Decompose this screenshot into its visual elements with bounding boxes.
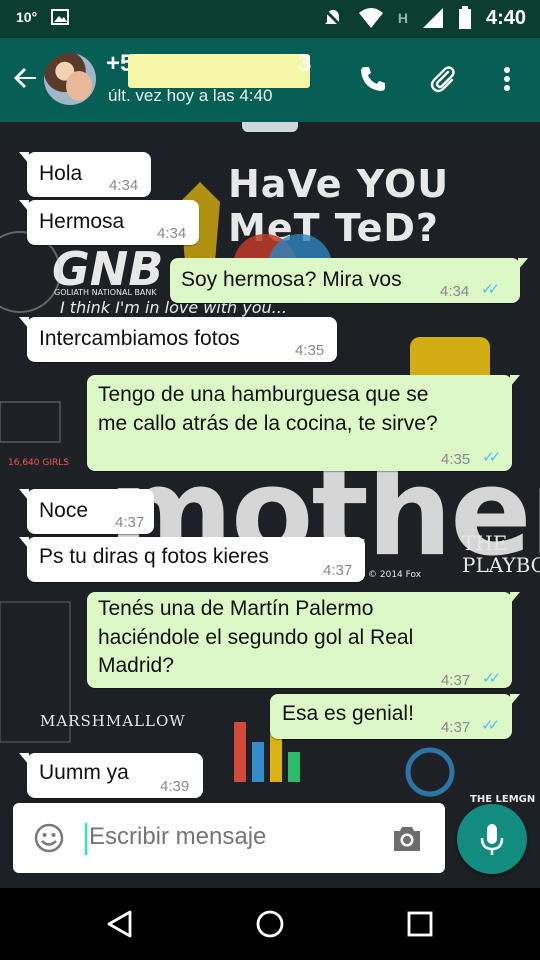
more-vert-icon[interactable] xyxy=(492,64,522,94)
temperature-label: 10° xyxy=(16,9,38,25)
message-time: 4:39 xyxy=(160,778,190,795)
notification-mute-icon xyxy=(322,7,343,29)
signal-icon xyxy=(422,8,443,28)
message-outgoing[interactable]: Soy hermosa? Mira vos 4:34 ✓✓ xyxy=(170,258,528,303)
nav-recents-icon[interactable] xyxy=(404,908,436,940)
status-bar: 10° H 4:40 xyxy=(0,0,540,38)
message-outgoing[interactable]: Esa es genial! 4:37 ✓✓ xyxy=(270,694,520,739)
mic-button[interactable] xyxy=(457,804,527,874)
message-time: 4:35 xyxy=(441,451,471,468)
read-receipt-icon: ✓✓ xyxy=(481,281,500,298)
message-text: Intercambiamos fotos xyxy=(39,327,240,350)
wifi-icon xyxy=(358,8,383,28)
scroll-indicator xyxy=(242,122,298,132)
contact-name-redaction xyxy=(128,54,310,88)
message-incoming[interactable]: Ps tu diras q fotos kieres 4:37 xyxy=(19,537,365,582)
message-text: Ps tu diras q fotos kieres xyxy=(39,545,269,568)
emoji-icon[interactable] xyxy=(33,822,65,854)
mic-icon xyxy=(480,824,504,855)
message-incoming[interactable]: Intercambiamos fotos 4:35 xyxy=(19,317,337,362)
message-incoming[interactable]: Hola 4:34 xyxy=(19,152,151,197)
camera-icon[interactable] xyxy=(391,825,423,853)
attach-icon[interactable] xyxy=(428,64,458,94)
network-type-label: H xyxy=(397,10,408,26)
message-input[interactable] xyxy=(89,823,369,851)
navigation-bar xyxy=(0,888,540,960)
contact-name-suffix[interactable]: 3 xyxy=(298,50,311,78)
message-text: Noce xyxy=(39,499,89,522)
message-text-line: haciéndole el segundo gol al Real xyxy=(98,626,414,649)
message-incoming[interactable]: Uumm ya 4:39 xyxy=(19,753,203,798)
read-receipt-icon: ✓✓ xyxy=(482,670,501,687)
contact-avatar[interactable] xyxy=(44,53,96,105)
message-input-bar xyxy=(13,803,445,873)
message-outgoing[interactable]: Tengo de una hamburguesa que se me callo… xyxy=(87,375,520,471)
message-text: Uumm ya xyxy=(39,761,129,784)
message-time: 4:37 xyxy=(441,672,471,689)
message-time: 4:34 xyxy=(157,225,187,242)
last-seen-label: últ. vez hoy a las 4:40 xyxy=(108,86,273,105)
message-text: Soy hermosa? Mira vos xyxy=(181,268,402,291)
chat-header: +5 3 últ. vez hoy a las 4:40 xyxy=(0,38,540,122)
message-time: 4:35 xyxy=(295,342,325,359)
battery-icon xyxy=(458,6,471,29)
message-text: Esa es genial! xyxy=(282,702,414,725)
message-time: 4:37 xyxy=(441,719,471,736)
nav-back-icon[interactable] xyxy=(104,908,136,940)
message-time: 4:37 xyxy=(115,514,145,531)
message-text-line: me callo atrás de la cocina, te sirve? xyxy=(98,412,438,435)
text-cursor xyxy=(85,823,87,855)
back-arrow-icon[interactable] xyxy=(12,64,40,92)
nav-home-icon[interactable] xyxy=(254,908,286,940)
message-text-line: Tenés una de Martín Palermo xyxy=(98,597,374,620)
message-time: 4:37 xyxy=(323,562,353,579)
message-text-line: Madrid? xyxy=(98,654,174,677)
message-outgoing[interactable]: Tenés una de Martín Palermo haciéndole e… xyxy=(87,592,520,689)
phone-icon[interactable] xyxy=(358,64,388,94)
message-incoming[interactable]: Hermosa 4:34 xyxy=(19,200,199,245)
message-time: 4:34 xyxy=(440,283,470,300)
gallery-icon xyxy=(51,9,70,25)
chat-area[interactable]: HaVe YOU MeT TeD? GNB GOLIATH NATIONAL B… xyxy=(0,122,540,888)
message-time: 4:34 xyxy=(109,177,139,194)
message-text: Hola xyxy=(39,162,83,185)
message-text-line: Tengo de una hamburguesa que se xyxy=(98,383,429,406)
message-incoming[interactable]: Noce 4:37 xyxy=(19,489,154,534)
clock-label: 4:40 xyxy=(485,6,526,29)
read-receipt-icon: ✓✓ xyxy=(481,717,500,734)
message-text: Hermosa xyxy=(39,210,125,233)
read-receipt-icon: ✓✓ xyxy=(482,449,501,466)
